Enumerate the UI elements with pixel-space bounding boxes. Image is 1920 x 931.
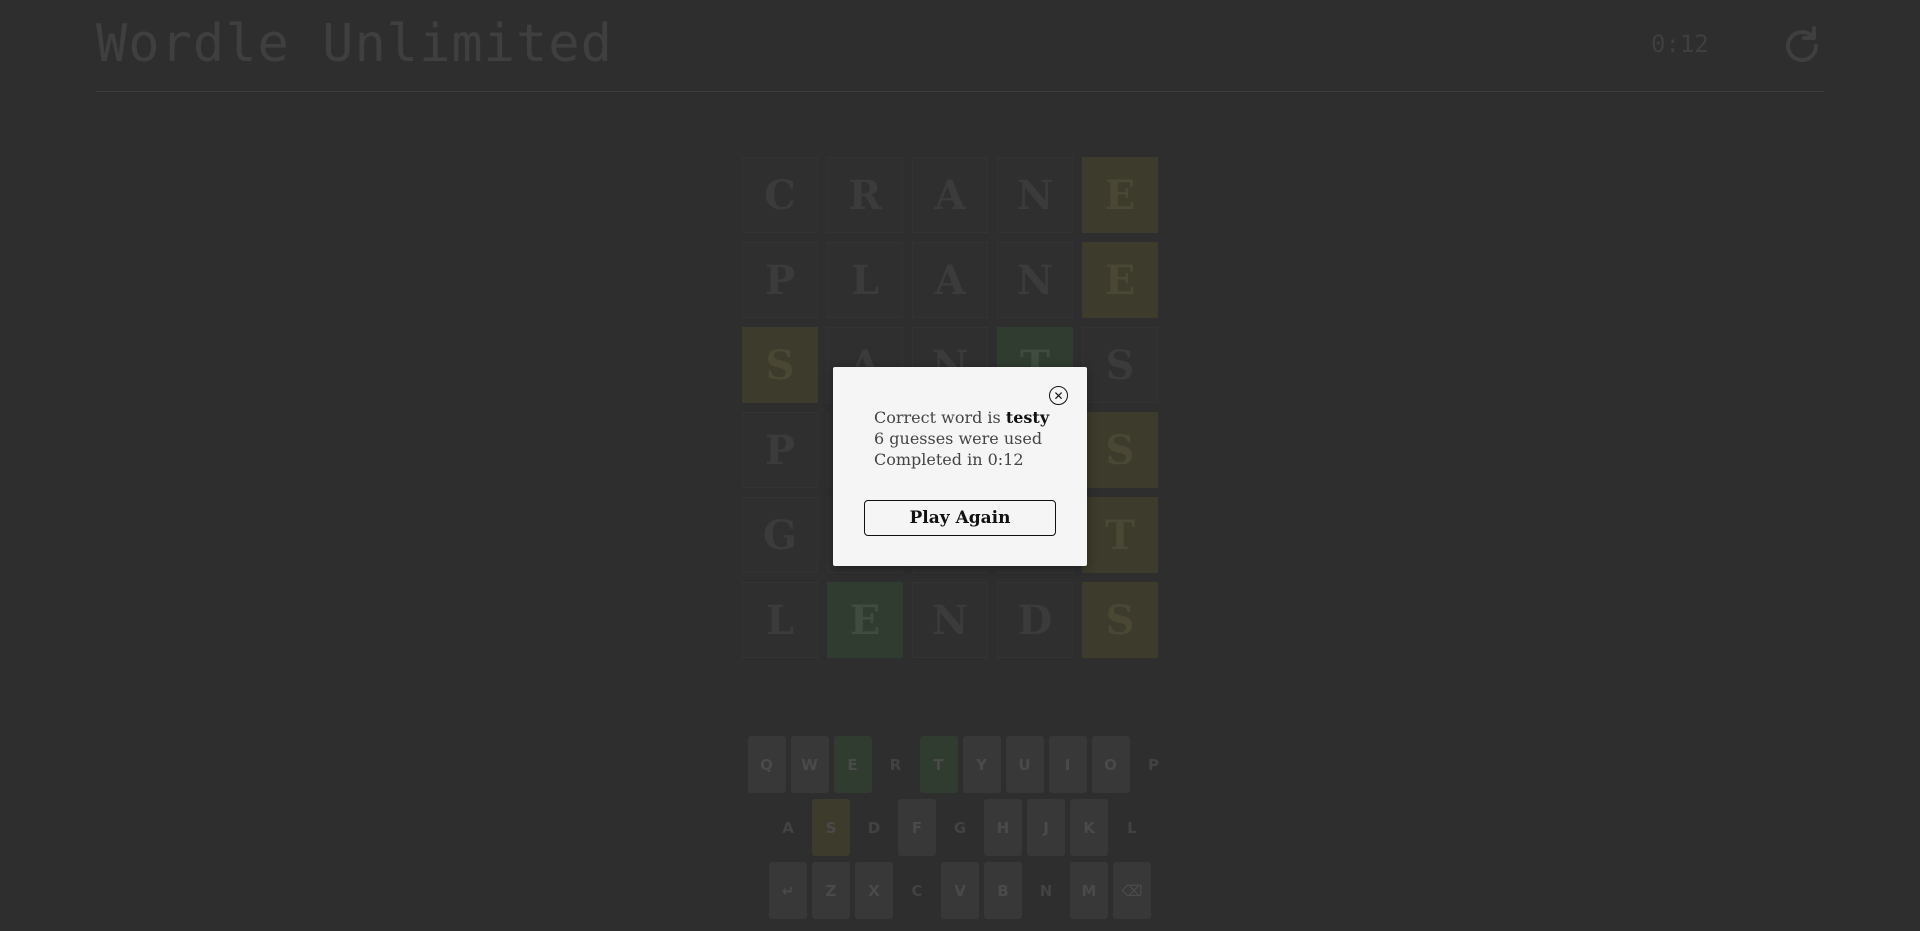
correct-word-prefix: Correct word is <box>874 408 1006 427</box>
close-button[interactable]: ✕ <box>1049 386 1068 405</box>
result-message: Correct word is testy 6 guesses were use… <box>874 407 1049 470</box>
play-again-button[interactable]: Play Again <box>864 500 1056 536</box>
completed-time-line: Completed in 0:12 <box>874 450 1024 469</box>
result-dialog: ✕ Correct word is testy 6 guesses were u… <box>833 367 1087 566</box>
correct-word: testy <box>1005 408 1050 427</box>
close-icon: ✕ <box>1053 388 1064 403</box>
correct-word-line: Correct word is testy <box>874 407 1049 428</box>
guesses-used-line: 6 guesses were used <box>874 429 1043 448</box>
